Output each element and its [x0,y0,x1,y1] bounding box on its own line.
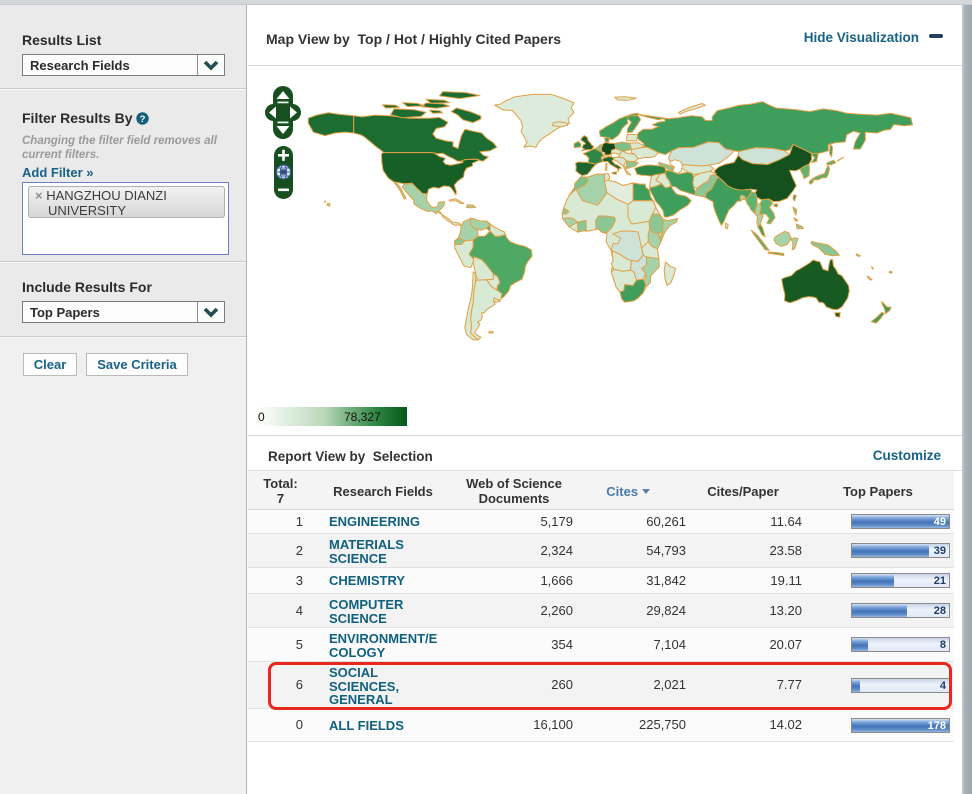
svg-text:?: ? [140,114,146,125]
